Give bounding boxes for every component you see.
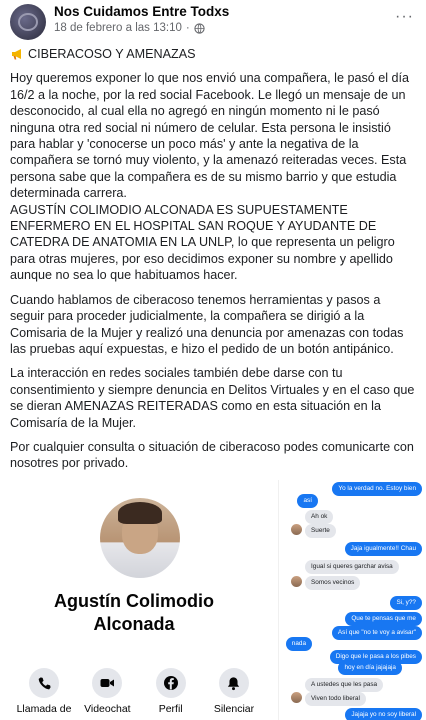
profile-photo (100, 498, 180, 578)
chat-message: A ustedes que les pasa (305, 678, 384, 692)
mute-action[interactable]: Silenciar (204, 668, 264, 715)
paragraph-text: AGUSTÍN COLIMODIO ALCONADA ES SUPUESTAME… (10, 202, 395, 283)
action-label: Llamada de (16, 703, 72, 715)
meta-separator: · (185, 22, 190, 34)
videochat-action[interactable]: Videochat (77, 668, 137, 715)
globe-icon (194, 22, 205, 34)
post-title: CIBERACOSO Y AMENAZAS (28, 47, 196, 61)
action-label: Videochat (84, 703, 131, 715)
chat-message: Viven todo liberal (305, 692, 366, 706)
chat-message: Igual si queres garchar avisa (305, 560, 399, 574)
chat-message: así (297, 494, 318, 508)
page-name[interactable]: Nos Cuidamos Entre Todxs (54, 4, 229, 19)
chat-message: Así que "no te voy a avisar" (331, 626, 422, 640)
chat-message: Jaja igualmente!! Chau (344, 542, 422, 556)
profile-actions: Llamada de Videochat Perfil Silenciar (14, 668, 264, 715)
post-paragraph-4: Por cualquier consulta o situación de ci… (10, 439, 414, 471)
video-camera-icon (100, 679, 115, 687)
chat-message: nada (285, 637, 312, 651)
contact-avatar (291, 576, 302, 587)
paragraph-text: Hoy queremos exponer lo que nos envió un… (10, 71, 410, 201)
profile-name: Agustín Colimodio Alconada (0, 590, 268, 636)
contact-avatar (291, 692, 302, 703)
chat-message: Que te pensas que me (345, 612, 422, 626)
post-date[interactable]: 18 de febrero a las 13:10 (54, 22, 182, 34)
profile-name-line1: Agustín Colimodio (54, 591, 214, 611)
contact-avatar (291, 524, 302, 535)
profile-name-line2: Alconada (93, 614, 175, 634)
phone-icon (38, 676, 51, 689)
call-action[interactable]: Llamada de (14, 668, 74, 715)
action-label: Silenciar (213, 703, 255, 715)
chat-message: Suerte (305, 524, 336, 538)
chat-message: Si, y?? (390, 596, 422, 610)
post-paragraph-3: La interacción en redes sociales también… (10, 366, 415, 430)
post-meta: 18 de febrero a las 13:10 · (54, 22, 205, 34)
chat-message: hoy en día jajajaja (338, 661, 402, 675)
post-title-line: CIBERACOSO Y AMENAZAS (10, 46, 418, 62)
page-avatar[interactable] (10, 4, 46, 40)
bell-icon (228, 676, 240, 690)
post-body: CIBERACOSO Y AMENAZAS Hoy queremos expon… (10, 46, 418, 480)
post-paragraph-1: Hoy queremos exponer lo que nos envió un… (10, 70, 418, 283)
post-image[interactable]: Agustín Colimodio Alconada Llamada de Vi… (0, 480, 426, 720)
chat-message: Yo la verdad no. Estoy bien (332, 482, 422, 496)
chat-message: Jajaja yo no soy liberal (345, 708, 422, 720)
action-label: Perfil (158, 703, 183, 715)
post-paragraph-2: Cuando hablamos de ciberacoso tenemos he… (10, 292, 404, 356)
chat-message: Ah ok (305, 510, 334, 524)
profile-action[interactable]: Perfil (141, 668, 201, 715)
post-header: Nos Cuidamos Entre Todxs 18 de febrero a… (0, 0, 426, 44)
megaphone-icon (12, 49, 21, 60)
more-options-icon[interactable]: ··· (395, 8, 414, 26)
facebook-icon (163, 676, 178, 690)
messenger-profile-panel: Agustín Colimodio Alconada Llamada de Vi… (0, 480, 268, 720)
messenger-chat-panel: Yo la verdad no. Estoy bien así Ah ok Su… (278, 480, 426, 720)
chat-message: Somos vecinos (305, 576, 361, 590)
